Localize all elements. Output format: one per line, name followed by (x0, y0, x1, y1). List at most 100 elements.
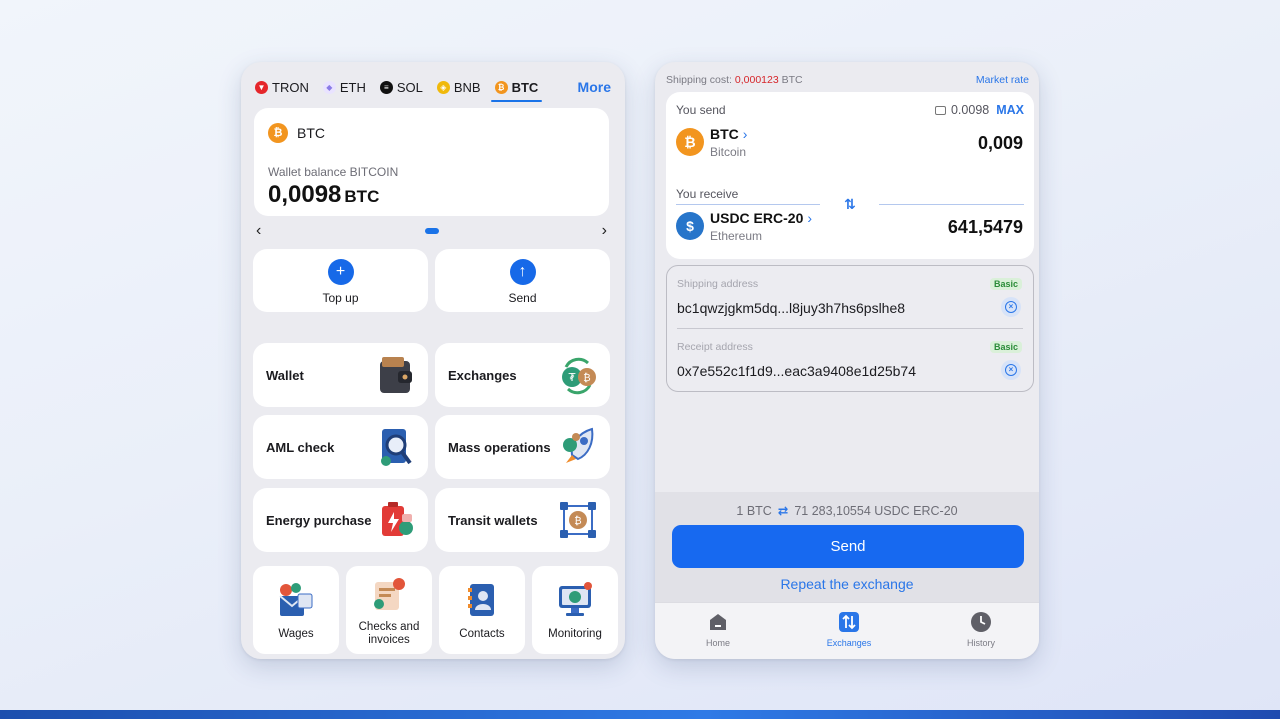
tab-btc[interactable]: ₿ BTC (490, 76, 543, 102)
clear-receipt-address-button[interactable]: × (1001, 360, 1021, 380)
rate-left: 1 BTC (736, 504, 772, 518)
exchange-screen: Shipping cost: 0,000123 BTC Market rate … (655, 62, 1039, 659)
tab-eth[interactable]: ◆ ETH (322, 76, 366, 98)
tab-label: BNB (453, 79, 481, 95)
feature-label: Transit wallets (448, 512, 538, 528)
usdc-icon: $ (676, 212, 704, 240)
feature-label: Energy purchase (266, 512, 372, 528)
feature-label: Monitoring (548, 628, 602, 640)
home-icon (710, 614, 726, 630)
divider (879, 204, 1024, 205)
shipping-address-field[interactable]: Shipping address Basic bc1qwzjgkm5dq...l… (667, 266, 1033, 328)
tab-sol[interactable]: ≡ SOL (379, 76, 423, 98)
feature-contacts[interactable]: Contacts (439, 566, 525, 654)
footer-bar (0, 710, 1280, 719)
feature-energy-purchase[interactable]: Energy purchase (253, 488, 428, 552)
rocket-icon (563, 427, 594, 463)
feature-wages[interactable]: Wages (253, 566, 339, 654)
btc-icon: ₿ (494, 80, 508, 94)
send-asset-selector[interactable]: BTC › (710, 126, 747, 142)
wallet-small-icon (934, 105, 946, 115)
receipt-address-value[interactable]: 0x7e552c1f1d9...eac3a9408e1d25b74 (677, 363, 916, 379)
svg-text:₿: ₿ (574, 515, 581, 527)
receipt-address-label: Receipt address (677, 341, 753, 353)
wallet-icon (380, 357, 412, 393)
tab-tron[interactable]: ▼ TRON (255, 76, 309, 98)
chevron-right-icon[interactable]: › (602, 223, 607, 239)
nav-exchanges[interactable]: Exchanges (809, 611, 889, 648)
chevron-right-icon: › (807, 210, 813, 226)
feature-checks-invoices[interactable]: Checks and invoices (346, 566, 432, 654)
exchange-rate: 1 BTC ⇄ 71 283,10554 USDC ERC-20 (655, 503, 1039, 518)
feature-label: Wages (278, 628, 314, 640)
shipping-cost-currency: BTC (781, 74, 803, 86)
btc-icon: ₿ (268, 123, 288, 143)
feature-aml-check[interactable]: AML check (253, 415, 428, 479)
shipping-cost-label: Shipping cost: (666, 74, 732, 86)
coin-header: ₿ BTC (268, 123, 325, 143)
exchange-card: You send 0.0098 MAX ₿ BTC › Bitcoin 0,009… (666, 92, 1034, 259)
feature-transit-wallets[interactable]: Transit wallets ₿ (435, 488, 610, 552)
nav-home[interactable]: Home (678, 611, 758, 648)
tab-label: ETH (339, 79, 366, 95)
divider (676, 204, 820, 205)
rate-right: 71 283,10554 USDC ERC-20 (794, 504, 958, 518)
send-label: Send (508, 291, 537, 305)
clear-shipping-address-button[interactable]: × (1001, 297, 1021, 317)
address-card: Shipping address Basic bc1qwzjgkm5dq...l… (666, 265, 1034, 392)
page-indicator (425, 228, 439, 234)
receive-asset-selector[interactable]: USDC ERC-20 › (710, 210, 812, 226)
chevron-left-icon[interactable]: ‹ (256, 223, 261, 239)
swap-direction-icon[interactable]: ⇅ (842, 196, 858, 212)
send-balance: 0.0098 MAX (934, 103, 1024, 117)
receive-amount: 641,5479 (947, 217, 1023, 237)
monitor-icon (559, 582, 592, 616)
tab-bnb[interactable]: ◈ BNB (436, 76, 481, 98)
close-icon: × (1005, 364, 1017, 376)
plus-icon: + (327, 259, 354, 285)
battery-icon (382, 502, 413, 536)
coin-symbol: BTC (297, 125, 325, 141)
contacts-book-icon (468, 584, 494, 616)
balance-card[interactable]: ₿ BTC Wallet balance BITCOIN 0,0098 BTC (254, 108, 609, 216)
repeat-exchange-link[interactable]: Repeat the exchange (655, 576, 1039, 592)
feature-exchanges[interactable]: Exchanges ₮ ₿ (435, 343, 610, 407)
feature-wallet[interactable]: Wallet (253, 343, 428, 407)
bottom-nav: Home Exchanges History (655, 602, 1039, 659)
market-rate-link[interactable]: Market rate (976, 74, 1029, 86)
more-link[interactable]: More (578, 79, 611, 95)
you-receive-label: You receive (676, 187, 739, 201)
feature-label: Checks and invoices (358, 621, 420, 646)
tab-label: SOL (396, 79, 423, 95)
feature-label: Contacts (459, 628, 505, 640)
top-up-button[interactable]: + Top up (253, 249, 428, 312)
balance-amount: 0,0098 BTC (268, 181, 379, 209)
feature-monitoring[interactable]: Monitoring (532, 566, 618, 654)
magnifier-icon (381, 429, 412, 466)
you-send-label: You send (676, 103, 726, 117)
top-up-label: Top up (322, 291, 359, 305)
receipt-address-field[interactable]: Receipt address Basic 0x7e552c1f1d9...ea… (667, 329, 1033, 391)
send-balance-value: 0.0098 (950, 103, 990, 117)
arrow-up-icon: ↑ (509, 259, 536, 285)
send-asset-name: BTC (710, 126, 739, 142)
swap-arrows-icon: ⇄ (777, 504, 789, 518)
nav-history[interactable]: History (941, 611, 1021, 648)
send-asset-network: Bitcoin (710, 145, 747, 159)
balance-currency: BTC (344, 187, 380, 206)
send-action-button[interactable]: ↑ Send (435, 249, 610, 312)
wallet-home-screen: ▼ TRON ◆ ETH ≡ SOL ◈ BNB ₿ BTC More ₿ BT… (241, 62, 625, 659)
feature-mass-operations[interactable]: Mass operations (435, 415, 610, 479)
btc-icon: ₿ (676, 128, 704, 156)
clock-icon (971, 612, 991, 632)
max-button[interactable]: MAX (996, 103, 1024, 117)
wages-icon (279, 583, 313, 616)
chevron-right-icon: › (742, 126, 748, 142)
send-amount-input[interactable]: 0,009 (978, 133, 1023, 154)
shipping-cost: Shipping cost: 0,000123 BTC (666, 74, 803, 86)
exchange-icon (839, 612, 859, 632)
nav-label: History (966, 638, 995, 648)
network-icon: ₿ (560, 502, 596, 538)
shipping-address-value[interactable]: bc1qwzjgkm5dq...l8juy3h7hs6pslhe8 (677, 300, 905, 316)
send-button[interactable]: Send (672, 525, 1024, 568)
